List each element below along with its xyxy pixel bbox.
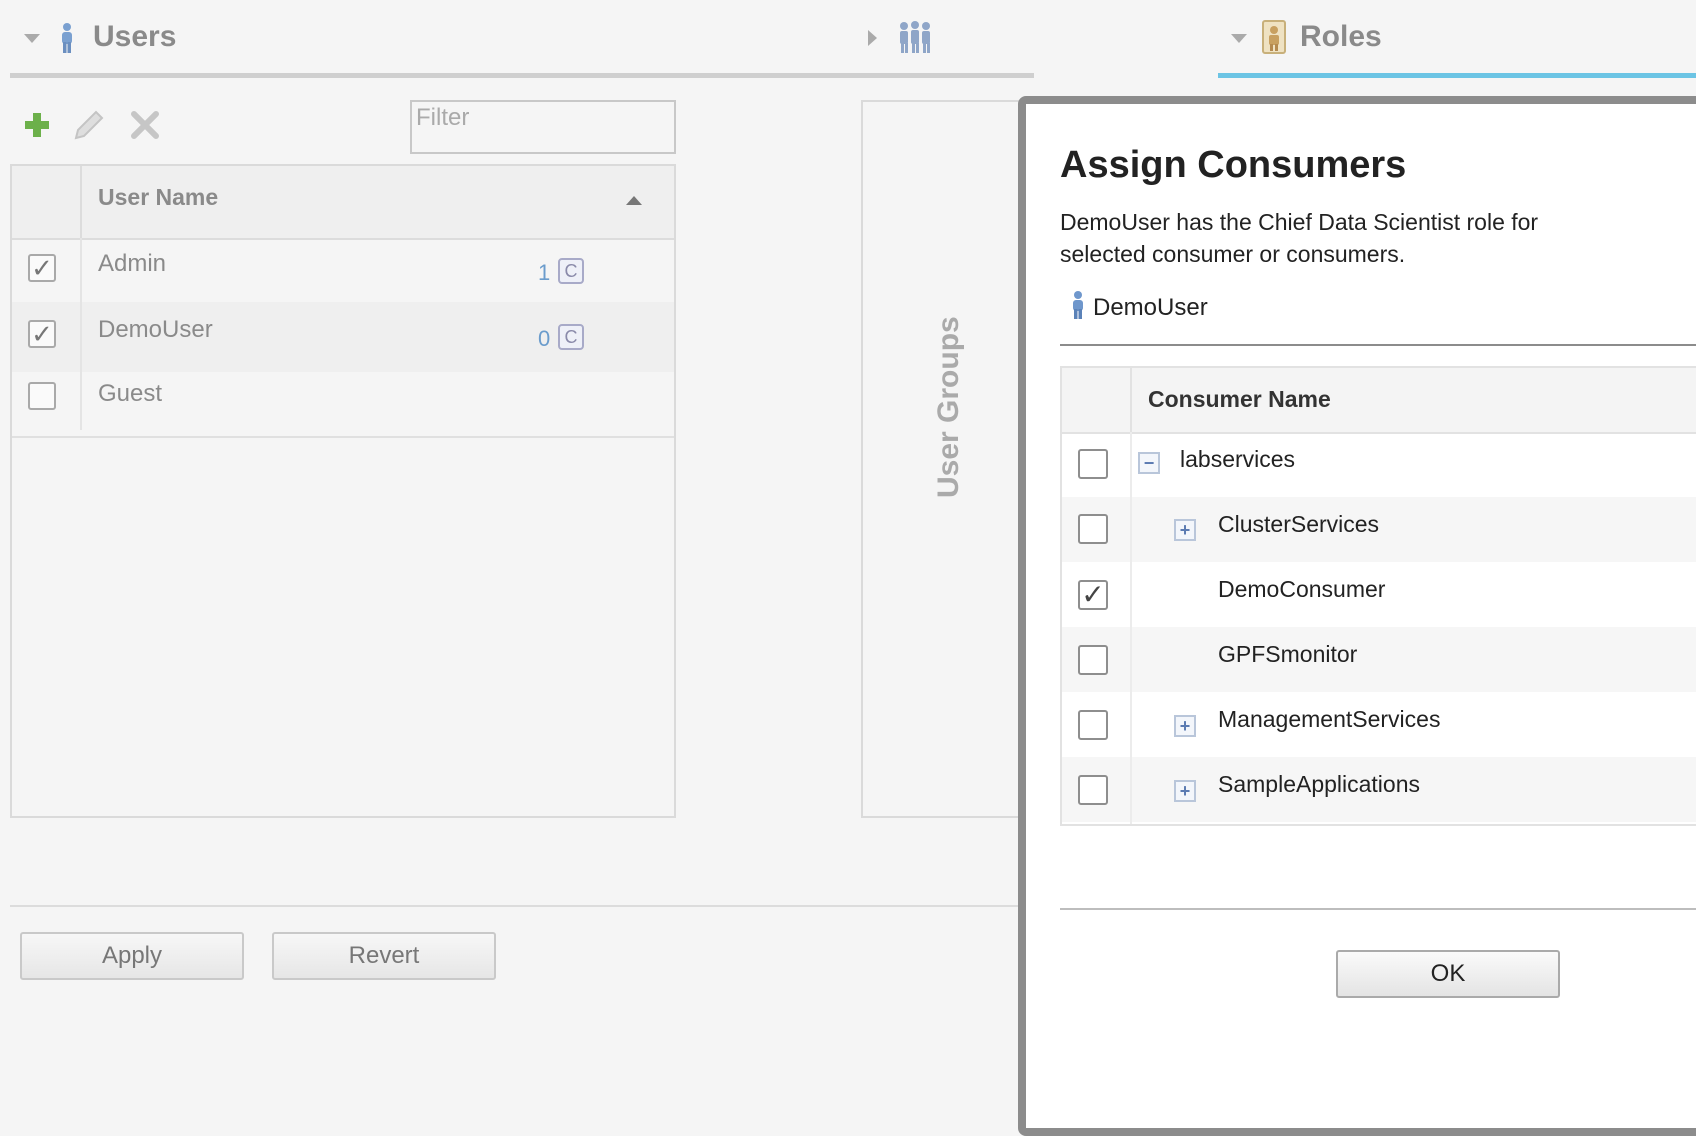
user-name: DemoUser: [98, 316, 213, 343]
ok-button[interactable]: OK: [1336, 950, 1560, 998]
expand-icon[interactable]: +: [1174, 780, 1196, 802]
collapse-users-icon[interactable]: [24, 34, 40, 43]
consumer-name: ManagementServices: [1218, 706, 1441, 732]
row-checkbox[interactable]: [28, 382, 56, 410]
consumer-name: SampleApplications: [1218, 771, 1421, 797]
plus-icon: [25, 113, 49, 137]
roles-header-divider: [1218, 73, 1696, 78]
consumer-icon[interactable]: C: [558, 324, 584, 350]
consumer-name-column-header[interactable]: Consumer Name: [1148, 386, 1331, 413]
dialog-description-line2: selected consumer or consumers.: [1060, 241, 1406, 267]
revert-button[interactable]: Revert: [272, 932, 496, 980]
pencil-icon: [74, 110, 104, 140]
row-checkbox[interactable]: [1078, 645, 1108, 675]
consumer-name: DemoConsumer: [1218, 576, 1386, 602]
row-checkbox[interactable]: [1078, 449, 1108, 479]
consumer-count[interactable]: 0: [538, 326, 550, 352]
user-name: Guest: [98, 380, 163, 407]
consumers-table: Consumer Name − labservices + ClusterSer…: [1060, 366, 1696, 826]
row-checkbox[interactable]: ✓: [1078, 580, 1108, 610]
header-divider: [80, 166, 82, 238]
apply-button[interactable]: Apply: [20, 932, 244, 980]
row-checkbox[interactable]: ✓: [28, 320, 56, 348]
table-row[interactable]: ✓ DemoUser 0 C: [12, 302, 674, 372]
user-icon: [58, 22, 76, 59]
table-row[interactable]: + ClusterServices: [1062, 497, 1696, 562]
consumer-count[interactable]: 1: [538, 260, 550, 286]
role-icon: [1262, 20, 1286, 59]
filter-input[interactable]: [410, 100, 676, 154]
delete-user-button[interactable]: [128, 108, 162, 142]
roles-panel-title: Roles: [1300, 20, 1382, 53]
user-groups-label: User Groups: [932, 316, 965, 498]
column-divider: [80, 238, 82, 430]
table-row[interactable]: + SampleApplications: [1062, 757, 1696, 822]
edit-user-button[interactable]: [72, 108, 106, 142]
add-user-button[interactable]: [20, 108, 54, 142]
user-group-icon: [897, 20, 933, 59]
dialog-footer-divider: [1060, 908, 1696, 910]
row-checkbox[interactable]: [1078, 710, 1108, 740]
dialog-user-name: DemoUser: [1093, 294, 1208, 321]
consumers-table-header: Consumer Name: [1062, 368, 1696, 434]
table-row[interactable]: − labservices: [1062, 432, 1696, 497]
users-panel-title: Users: [93, 20, 177, 53]
dialog-divider: [1060, 344, 1696, 346]
row-checkbox[interactable]: [1078, 775, 1108, 805]
assign-consumers-dialog: Assign Consumers DemoUser has the Chief …: [1018, 96, 1696, 1136]
column-divider: [1130, 432, 1132, 824]
row-checkbox[interactable]: [1078, 514, 1108, 544]
header-divider: [1130, 368, 1132, 432]
users-table-header: User Name: [12, 166, 674, 240]
x-icon: [131, 111, 159, 139]
dialog-description-line1: DemoUser has the Chief Data Scientist ro…: [1060, 209, 1539, 235]
user-name-column-header[interactable]: User Name: [98, 184, 218, 211]
table-row[interactable]: + ManagementServices: [1062, 692, 1696, 757]
sort-ascending-icon[interactable]: [626, 196, 642, 205]
table-row[interactable]: ✓ DemoConsumer: [1062, 562, 1696, 627]
consumer-name: labservices: [1180, 446, 1296, 472]
consumer-name: GPFSmonitor: [1218, 641, 1358, 667]
dialog-title: Assign Consumers: [1060, 144, 1407, 186]
users-table: User Name ✓ Admin 1 C ✓ DemoUser 0 C Gue…: [10, 164, 676, 818]
table-row[interactable]: ✓ Admin 1 C: [12, 238, 674, 308]
footer-divider: [10, 905, 1020, 907]
expand-icon[interactable]: +: [1174, 519, 1196, 541]
table-row[interactable]: GPFSmonitor: [1062, 627, 1696, 692]
table-row[interactable]: Guest: [12, 366, 674, 438]
user-name: Admin: [98, 250, 167, 277]
row-checkbox[interactable]: ✓: [28, 254, 56, 282]
consumer-name: ClusterServices: [1218, 511, 1380, 537]
users-header-divider: [10, 73, 1034, 78]
collapse-roles-icon[interactable]: [1231, 34, 1247, 43]
consumer-icon[interactable]: C: [558, 258, 584, 284]
user-icon: [1070, 290, 1086, 325]
collapse-icon[interactable]: −: [1138, 452, 1160, 474]
expand-user-groups-icon[interactable]: [868, 30, 877, 46]
expand-icon[interactable]: +: [1174, 715, 1196, 737]
